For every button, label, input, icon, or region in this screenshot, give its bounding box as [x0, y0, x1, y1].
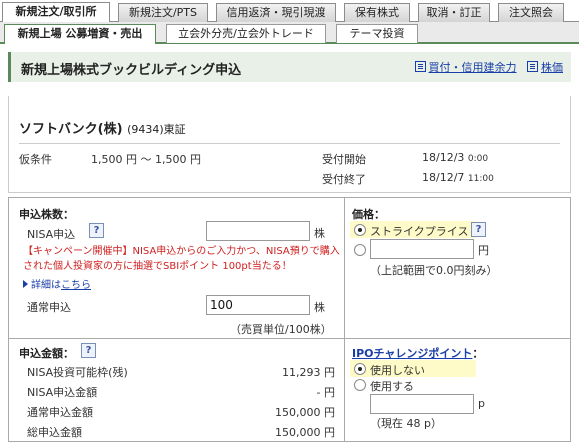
end-label: 受付終了	[322, 173, 366, 186]
normal-shares-input[interactable]	[206, 295, 310, 315]
document-icon	[414, 61, 426, 72]
amount-value: 150,000 円	[275, 406, 335, 419]
document-icon	[527, 61, 538, 72]
margin-link[interactable]: 買付・信用建余力	[429, 61, 517, 74]
price-yen: 円	[478, 244, 489, 257]
amount-heading: 申込金額：	[19, 347, 74, 360]
stock-info-box: ソフトバンク(株) (9434)東証 仮条件 1,500 円 〜 1,500 円…	[8, 96, 571, 193]
strike-price-radio[interactable]	[354, 224, 366, 236]
detail-prefix: 詳細は	[31, 280, 61, 291]
detail-link: 詳細はこちら	[23, 276, 91, 291]
start-label: 受付開始	[322, 153, 366, 166]
kari-value: 1,500 円 〜 1,500 円	[91, 153, 201, 166]
row-divider	[9, 338, 570, 339]
tab-margin-repay[interactable]: 信用返済・現引現渡	[216, 3, 336, 22]
ipo-points-unit: p	[478, 397, 485, 410]
ipo-use-label: 使用する	[370, 380, 414, 393]
sub-tab-bar: 新規上場 公募増資・売出 立会外分売/立会外トレード テーマ投資	[0, 22, 579, 44]
price-range-note: （上記範囲で0.0円刻み）	[370, 264, 498, 277]
tab-order-inquiry[interactable]: 注文照会	[498, 3, 564, 22]
page-title: 新規上場株式ブックビルディング申込	[21, 63, 242, 78]
title-links: 買付・信用建余力 株価	[414, 59, 563, 75]
ipo-heading-colon: ：	[472, 347, 484, 360]
start-date-value: 18/12/3	[422, 151, 465, 164]
tab-new-order-pts[interactable]: 新規注文/PTS	[118, 3, 208, 22]
arrow-right-icon	[23, 280, 28, 288]
amount-value: - 円	[316, 386, 335, 399]
amount-label: NISA申込金額	[27, 386, 98, 399]
price-link[interactable]: 株価	[541, 61, 563, 74]
strike-price-label: ストライクプライス	[370, 225, 469, 238]
ipo-heading-link[interactable]: IPOチャレンジポイント	[352, 347, 472, 360]
end-date-value: 18/12/7	[422, 171, 465, 184]
subtab-off-floor[interactable]: 立会外分売/立会外トレード	[166, 24, 326, 43]
stock-name-text: ソフトバンク(株)	[19, 122, 123, 137]
normal-unit: 株	[314, 301, 325, 314]
unit-note: （売買単位/100株）	[230, 323, 332, 336]
column-divider	[344, 198, 345, 441]
start-date: 18/12/3 0:00	[422, 151, 488, 164]
amount-label: NISA投資可能枠(残)	[27, 366, 128, 379]
ipo-current-points: （現在 48 p）	[370, 417, 442, 430]
tab-new-order-exchange[interactable]: 新規注文/取引所	[2, 2, 110, 23]
end-date: 18/12/7 11:00	[422, 171, 494, 184]
tab-cancel-modify[interactable]: 取消・訂正	[418, 3, 490, 22]
shares-heading: 申込株数：	[19, 208, 74, 221]
page-title-bar: 新規上場株式ブックビルディング申込 買付・信用建余力 株価	[8, 52, 571, 82]
kari-label: 仮条件	[19, 153, 52, 166]
custom-price-input[interactable]	[370, 239, 474, 259]
subtab-ipo-po[interactable]: 新規上場 公募増資・売出	[4, 24, 156, 44]
ipo-no-use-radio[interactable]	[354, 363, 366, 375]
detail-here-link[interactable]: こちら	[61, 280, 91, 291]
price-heading: 価格：	[352, 208, 385, 221]
question-icon[interactable]: ?	[471, 222, 486, 237]
ipo-heading: IPOチャレンジポイント：	[352, 345, 483, 361]
top-tab-bar: 新規注文/取引所 新規注文/PTS 信用返済・現引現渡 保有株式 取消・訂正 注…	[0, 0, 579, 23]
ipo-no-use-label: 使用しない	[370, 364, 425, 377]
amount-label: 総申込金額	[27, 426, 82, 439]
stock-code: (9434)東証	[127, 123, 186, 136]
question-icon[interactable]: ?	[89, 223, 104, 238]
question-icon[interactable]: ?	[81, 343, 96, 358]
subtab-theme-invest[interactable]: テーマ投資	[336, 24, 418, 43]
campaign-notice: 【キャンペーン開催中】NISA申込からのご入力かつ、NISA預りで購入された個人…	[23, 246, 340, 272]
divider	[19, 143, 560, 144]
nisa-label: NISA申込	[27, 228, 76, 241]
ipo-points-input[interactable]	[370, 394, 474, 414]
ipo-use-radio[interactable]	[354, 379, 366, 391]
start-time-value: 0:00	[467, 154, 489, 164]
order-form: 申込株数： NISA申込 ? 株 【キャンペーン開催中】NISA申込からのご入力…	[8, 197, 571, 442]
custom-price-radio[interactable]	[354, 244, 366, 256]
nisa-unit: 株	[314, 227, 325, 240]
nisa-shares-input[interactable]	[206, 221, 310, 241]
stock-name: ソフトバンク(株) (9434)東証	[19, 118, 186, 137]
tab-holdings[interactable]: 保有株式	[344, 3, 410, 22]
end-time-value: 11:00	[467, 174, 494, 184]
amount-value: 150,000 円	[275, 426, 335, 439]
amount-label: 通常申込金額	[27, 406, 93, 419]
normal-label: 通常申込	[27, 301, 71, 314]
amount-value: 11,293 円	[282, 366, 335, 379]
